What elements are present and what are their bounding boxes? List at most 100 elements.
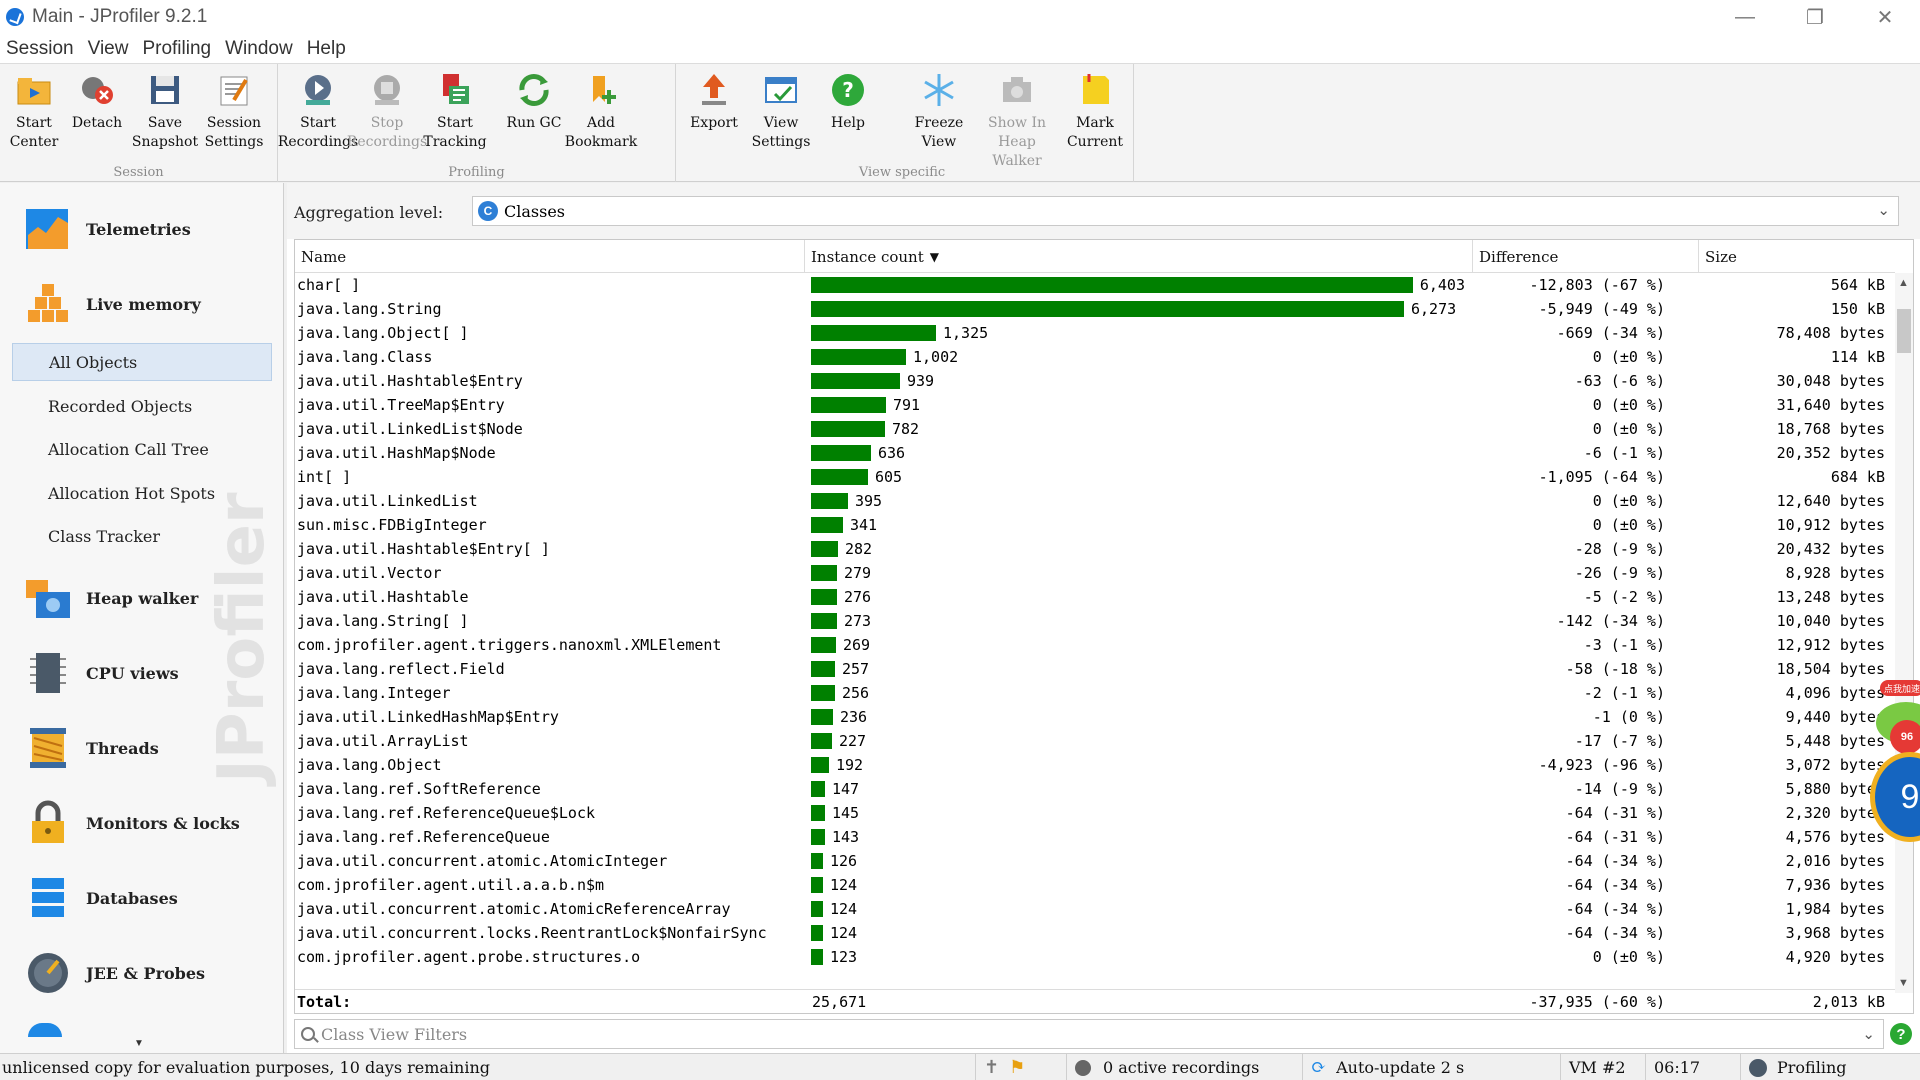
auto-update-label: Auto-update 2 s bbox=[1336, 1058, 1465, 1077]
table-row[interactable]: com.jprofiler.agent.util.a.a.b.n$m 124 -64… bbox=[295, 873, 1895, 897]
sidebar-item-databases[interactable]: Databases bbox=[0, 863, 283, 933]
class-name-cell: java.lang.Integer bbox=[297, 684, 451, 702]
table-row[interactable]: java.util.LinkedList 395 0 (±0 %) 12,640 by… bbox=[295, 489, 1895, 513]
help-button[interactable]: ? Help bbox=[814, 68, 882, 160]
table-row[interactable]: java.lang.Class 1,002 0 (±0 %) 114 kB bbox=[295, 345, 1895, 369]
table-row[interactable]: java.util.LinkedHashMap$Entry 236 -1 (0 %)… bbox=[295, 705, 1895, 729]
databases-icon bbox=[24, 874, 72, 922]
table-row[interactable]: sun.misc.FDBigInteger 341 0 (±0 %) 10,912 b… bbox=[295, 513, 1895, 537]
sidebar-item-telemetries[interactable]: Telemetries bbox=[0, 194, 283, 264]
export-button[interactable]: Export bbox=[680, 68, 748, 160]
menu-help[interactable]: Help bbox=[301, 38, 352, 60]
table-row[interactable]: java.util.concurrent.atomic.AtomicRefere… bbox=[295, 897, 1895, 921]
table-row[interactable]: java.lang.reflect.Field 257 -58 (-18 %) 18,… bbox=[295, 657, 1895, 681]
table-row[interactable]: java.util.concurrent.locks.ReentrantLock… bbox=[295, 921, 1895, 945]
table-row[interactable]: com.jprofiler.agent.probe.structures.o 12… bbox=[295, 945, 1895, 969]
size-cell: 20,432 bytes bbox=[1776, 540, 1885, 558]
table-row[interactable]: com.jprofiler.agent.triggers.nanoxml.XML… bbox=[295, 633, 1895, 657]
sidebar-scroll-down-icon[interactable]: ▼ bbox=[134, 1038, 144, 1049]
table-row[interactable]: java.lang.Object 192 -4,923 (-96 %) 3,072 b… bbox=[295, 753, 1895, 777]
instance-count-value: 273 bbox=[844, 612, 872, 630]
table-row[interactable]: java.lang.String 6,273 -5,949 (-49 %) 150 k… bbox=[295, 297, 1895, 321]
instance-count-value: 341 bbox=[850, 516, 878, 534]
save-snapshot-button[interactable]: Save Snapshot bbox=[131, 68, 199, 160]
sidebar-item-class-tracker[interactable]: Class Tracker bbox=[12, 517, 272, 555]
stop-recordings-button[interactable]: Stop Recordings bbox=[347, 68, 427, 160]
restore-button[interactable]: ❐ bbox=[1780, 0, 1850, 34]
sidebar-item-recorded-objects[interactable]: Recorded Objects bbox=[12, 387, 272, 425]
instance-count-cell: 282 bbox=[805, 537, 1465, 561]
pin-icon[interactable]: ✝ bbox=[984, 1057, 999, 1078]
column-header-name[interactable]: Name bbox=[295, 240, 805, 273]
sidebar-item-allocation-call-tree[interactable]: Allocation Call Tree bbox=[12, 430, 272, 468]
table-row[interactable]: java.lang.Object[ ] 1,325 -669 (-34 %) 78,4… bbox=[295, 321, 1895, 345]
sidebar-item-heap-walker[interactable]: Heap walker bbox=[0, 563, 283, 633]
floating-speed-widget[interactable]: 点我加速 96 9 bbox=[1870, 680, 1920, 870]
add-bookmark-button[interactable]: Add Bookmark bbox=[565, 68, 637, 160]
class-view-filter-input[interactable]: Class View Filters ⌄ bbox=[294, 1019, 1884, 1049]
table-row[interactable]: java.util.ArrayList 227 -17 (-7 %) 5,448 by… bbox=[295, 729, 1895, 753]
table-row[interactable]: java.util.Hashtable$Entry 939 -63 (-6 %) 30… bbox=[295, 369, 1895, 393]
column-header-instance-count[interactable]: Instance count ▼ bbox=[805, 240, 1473, 273]
table-row[interactable]: char[ ] 6,403 -12,803 (-67 %) 564 kB bbox=[295, 273, 1895, 297]
auto-update-status[interactable]: ⟳ Auto-update 2 s bbox=[1302, 1054, 1552, 1080]
start-tracking-button[interactable]: Start Tracking bbox=[421, 68, 489, 160]
table-row[interactable]: java.lang.ref.SoftReference 147 -14 (-9 %)… bbox=[295, 777, 1895, 801]
scroll-down-icon[interactable]: ▼ bbox=[1898, 977, 1909, 989]
mark-current-button[interactable]: Mark Current bbox=[1061, 68, 1129, 160]
difference-cell: -17 (-7 %) bbox=[1574, 732, 1665, 750]
sidebar-item-jee-probes[interactable]: JEE & Probes bbox=[0, 938, 283, 1008]
instance-count-value: 269 bbox=[843, 636, 871, 654]
table-row[interactable]: java.util.TreeMap$Entry 791 0 (±0 %) 31,640… bbox=[295, 393, 1895, 417]
show-in-heap-walker-button[interactable]: Show In Heap Walker bbox=[983, 68, 1051, 169]
difference-cell: -64 (-34 %) bbox=[1565, 924, 1665, 942]
detach-icon bbox=[77, 70, 117, 110]
chevron-down-icon[interactable]: ⌄ bbox=[1862, 1025, 1875, 1043]
run-gc-button[interactable]: Run GC bbox=[500, 68, 568, 160]
class-name-cell: java.lang.ref.ReferenceQueue$Lock bbox=[297, 804, 596, 822]
sidebar-item-threads[interactable]: Threads bbox=[0, 713, 283, 783]
table-row[interactable]: int[ ] 605 -1,095 (-64 %) 684 kB bbox=[295, 465, 1895, 489]
aggregation-level-select[interactable]: C Classes ⌄ bbox=[472, 196, 1899, 226]
sidebar-item-live-memory[interactable]: Live memory bbox=[0, 269, 283, 339]
table-row[interactable]: java.util.concurrent.atomic.AtomicIntege… bbox=[295, 849, 1895, 873]
size-cell: 8,928 bytes bbox=[1785, 564, 1885, 582]
menu-window[interactable]: Window bbox=[219, 38, 299, 60]
column-header-size[interactable]: Size bbox=[1699, 240, 1895, 273]
sidebar-item-all-objects[interactable]: All Objects bbox=[12, 343, 272, 381]
scrollbar-thumb[interactable] bbox=[1897, 309, 1911, 353]
sidebar-item-cpu-views[interactable]: CPU views bbox=[0, 638, 283, 708]
table-row[interactable]: java.util.HashMap$Node 636 -6 (-1 %) 20,352… bbox=[295, 441, 1895, 465]
flag-icon[interactable]: ⚑ bbox=[1009, 1057, 1025, 1078]
minimize-button[interactable]: — bbox=[1710, 0, 1780, 34]
menu-session[interactable]: Session bbox=[0, 38, 80, 60]
detach-button[interactable]: Detach bbox=[63, 68, 131, 160]
close-button[interactable]: ✕ bbox=[1850, 0, 1920, 34]
class-name-cell: java.util.LinkedList bbox=[297, 492, 478, 510]
difference-cell: -12,803 (-67 %) bbox=[1529, 276, 1665, 294]
table-row[interactable]: java.util.Hashtable 276 -5 (-2 %) 13,248 by… bbox=[295, 585, 1895, 609]
freeze-view-button[interactable]: Freeze View bbox=[905, 68, 973, 160]
table-row[interactable]: java.lang.String[ ] 273 -142 (-34 %) 10,040… bbox=[295, 609, 1895, 633]
sidebar-item-monitors-locks[interactable]: Monitors & locks bbox=[0, 788, 283, 858]
menu-view[interactable]: View bbox=[82, 38, 135, 60]
table-row[interactable]: java.util.Hashtable$Entry[ ] 282 -28 (-9 %… bbox=[295, 537, 1895, 561]
table-scrollbar[interactable]: ▲ ▼ bbox=[1895, 273, 1913, 993]
table-row[interactable]: java.lang.ref.ReferenceQueue 143 -64 (-31 … bbox=[295, 825, 1895, 849]
filter-help-icon[interactable]: ? bbox=[1890, 1023, 1912, 1045]
table-row[interactable]: java.util.LinkedList$Node 782 0 (±0 %) 18,7… bbox=[295, 417, 1895, 441]
view-settings-button[interactable]: View Settings bbox=[747, 68, 815, 160]
menu-profiling[interactable]: Profiling bbox=[136, 38, 217, 60]
instance-count-value: 1,002 bbox=[913, 348, 959, 366]
start-center-button[interactable]: Start Center bbox=[0, 68, 68, 160]
mark-current-label: Mark Current bbox=[1066, 115, 1124, 150]
table-row[interactable]: java.util.Vector 279 -26 (-9 %) 8,928 bytes bbox=[295, 561, 1895, 585]
sidebar-item-allocation-hot-spots[interactable]: Allocation Hot Spots bbox=[12, 474, 272, 512]
start-recordings-button[interactable]: Start Recordings bbox=[278, 68, 358, 160]
session-settings-button[interactable]: Session Settings bbox=[200, 68, 268, 160]
column-header-difference[interactable]: Difference bbox=[1473, 240, 1699, 273]
table-row[interactable]: java.lang.Integer 256 -2 (-1 %) 4,096 bytes bbox=[295, 681, 1895, 705]
scroll-up-icon[interactable]: ▲ bbox=[1898, 277, 1909, 289]
instance-count-value: 123 bbox=[830, 948, 858, 966]
table-row[interactable]: java.lang.ref.ReferenceQueue$Lock 145 -64 … bbox=[295, 801, 1895, 825]
